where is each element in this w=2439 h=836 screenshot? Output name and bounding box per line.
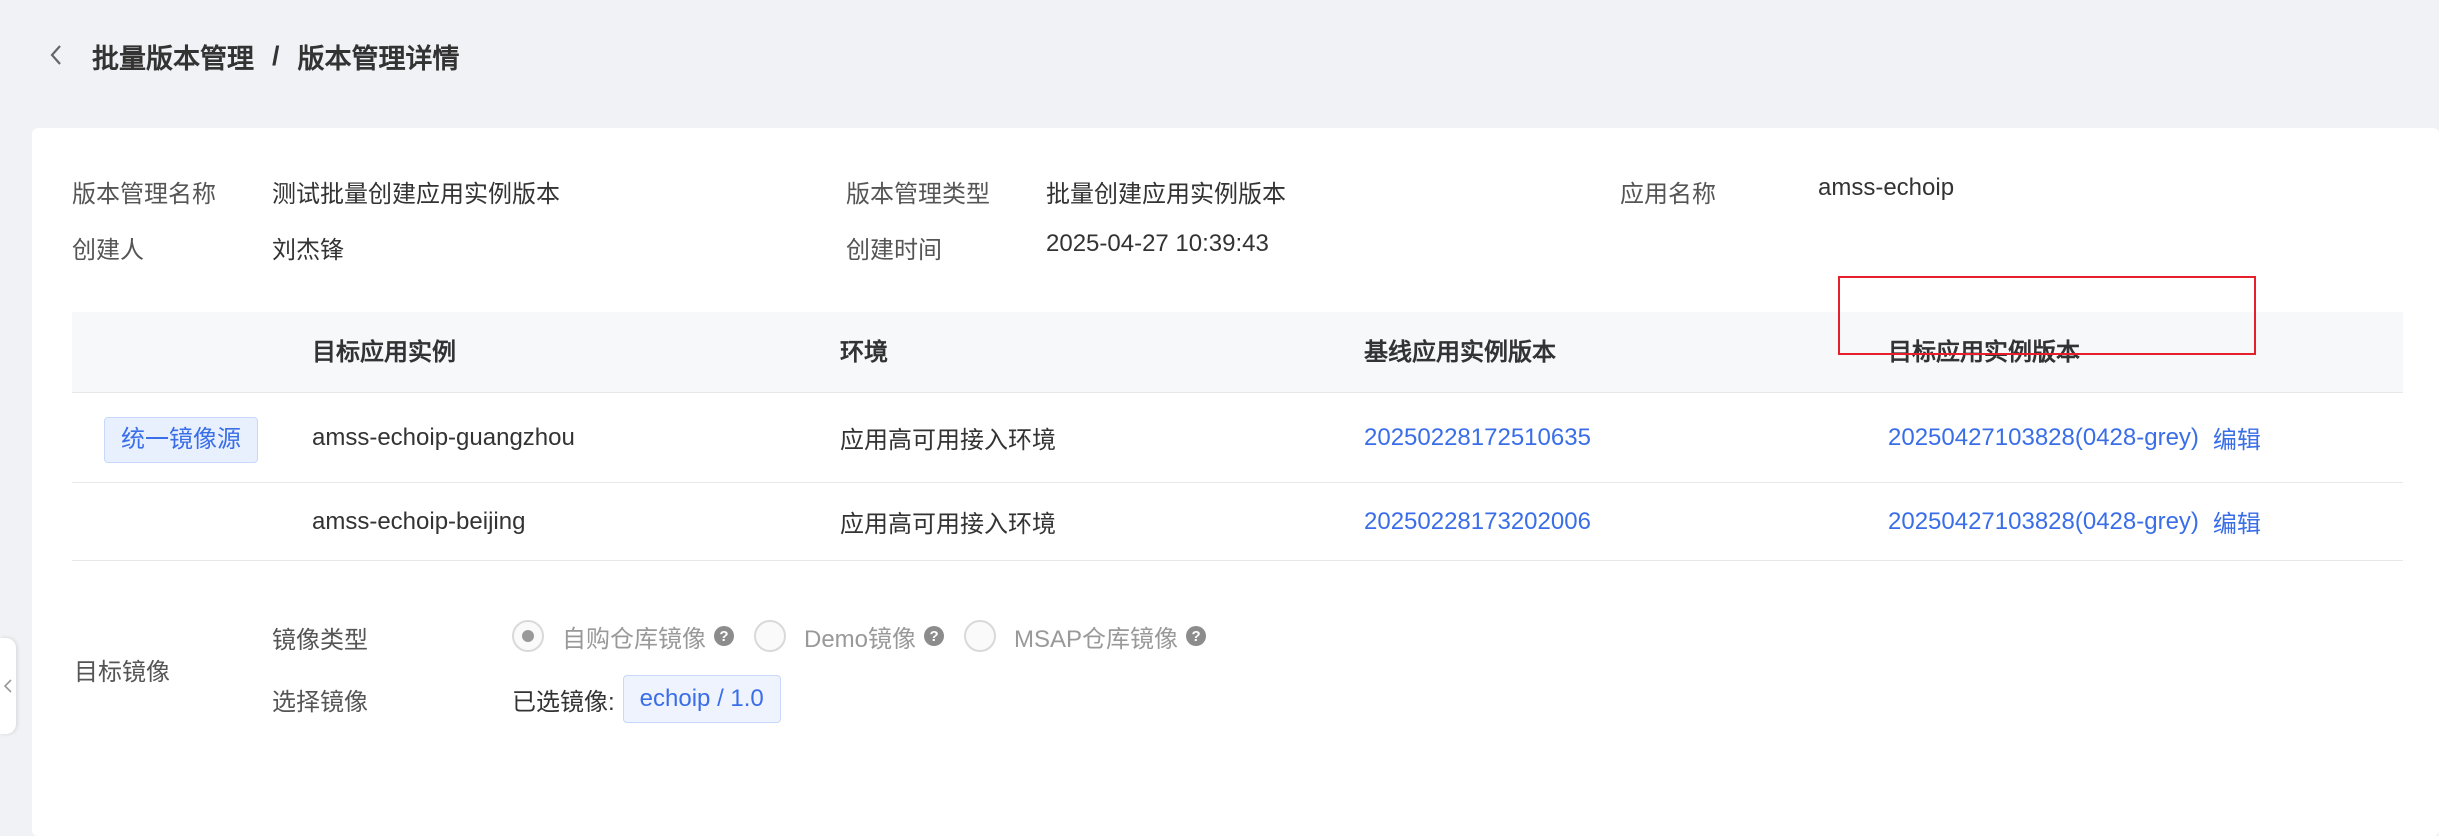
version-name-label: 版本管理名称 — [72, 181, 216, 208]
selected-image-label: 已选镜像: — [512, 688, 615, 716]
instance-name: amss-echoip-guangzhou — [312, 423, 575, 451]
breadcrumb: 批量版本管理 / 版本管理详情 — [92, 36, 460, 76]
target-version-cell: 20250427103828(0428-grey) 编辑 — [1888, 483, 2261, 560]
chevron-left-icon[interactable] — [44, 40, 68, 70]
selected-image-tag[interactable]: echoip / 1.0 — [622, 675, 781, 723]
baseline-version-link[interactable]: 20250228172510635 — [1364, 393, 1591, 482]
radio-label: Demo镜像 — [804, 625, 917, 653]
environment: 应用高可用接入环境 — [840, 511, 1056, 538]
breadcrumb-parent[interactable]: 批量版本管理 — [92, 37, 254, 76]
app-name-value: amss-echoip — [1818, 174, 1955, 201]
radio-unchecked-icon — [964, 620, 997, 652]
app-name-label: 应用名称 — [1620, 181, 1716, 208]
baseline-version-link[interactable]: 20250228173202006 — [1364, 483, 1591, 560]
breadcrumb-current: 版本管理详情 — [297, 43, 460, 74]
creator-label: 创建人 — [72, 237, 144, 264]
radio-checked-icon — [512, 620, 544, 652]
version-type-value: 批量创建应用实例版本 — [1046, 181, 1286, 208]
radio-unchecked-icon — [754, 620, 786, 652]
radio-label: MSAP仓库镜像 — [1014, 625, 1179, 653]
radio-msap-repo[interactable]: MSAP仓库镜像 ? — [964, 619, 1207, 654]
chevron-left-icon — [3, 679, 12, 693]
sidebar-collapse-handle[interactable] — [0, 638, 16, 734]
column-header-instance: 目标应用实例 — [312, 339, 456, 366]
breadcrumb-separator: / — [272, 40, 280, 71]
edit-target-version-link[interactable]: 编辑 — [2213, 420, 2261, 455]
instance-version-table: 目标应用实例 环境 基线应用实例版本 目标应用实例版本 统一镜像源 amss-e… — [72, 312, 2403, 561]
creator-value: 刘杰锋 — [272, 237, 344, 264]
question-circle-icon[interactable]: ? — [714, 626, 734, 646]
column-header-env: 环境 — [840, 339, 888, 366]
target-version-link[interactable]: 20250427103828(0428-grey) — [1888, 508, 2199, 536]
instance-name: amss-echoip-beijing — [312, 507, 526, 535]
radio-label: 自购仓库镜像 — [562, 625, 706, 653]
created-time-value: 2025-04-27 10:39:43 — [1046, 230, 1269, 257]
image-type-radio-group: 自购仓库镜像 ? Demo镜像 ? MSAP仓库镜像 ? — [512, 618, 1226, 654]
page-header: 批量版本管理 / 版本管理详情 — [0, 0, 2439, 120]
column-header-baseline-version: 基线应用实例版本 — [1364, 339, 1556, 366]
radio-self-purchased-repo[interactable]: 自购仓库镜像 ? — [512, 619, 734, 654]
table-row: amss-echoip-beijing 应用高可用接入环境 2025022817… — [72, 483, 2403, 561]
unify-image-source-button[interactable]: 统一镜像源 — [104, 417, 258, 463]
question-circle-icon[interactable]: ? — [924, 626, 945, 646]
question-circle-icon[interactable]: ? — [1186, 626, 1207, 646]
table-header: 目标应用实例 环境 基线应用实例版本 目标应用实例版本 — [72, 312, 2403, 393]
edit-target-version-link[interactable]: 编辑 — [2213, 504, 2261, 539]
version-name-value: 测试批量创建应用实例版本 — [272, 181, 560, 208]
select-image-label: 选择镜像 — [272, 689, 368, 716]
environment: 应用高可用接入环境 — [840, 427, 1056, 454]
created-time-label: 创建时间 — [846, 237, 942, 264]
target-version-link[interactable]: 20250427103828(0428-grey) — [1888, 424, 2199, 452]
target-image-label: 目标镜像 — [74, 659, 170, 686]
detail-card: 版本管理名称 测试批量创建应用实例版本 版本管理类型 批量创建应用实例版本 应用… — [32, 128, 2439, 836]
version-type-label: 版本管理类型 — [846, 181, 990, 208]
table-row: 统一镜像源 amss-echoip-guangzhou 应用高可用接入环境 20… — [72, 393, 2403, 483]
column-header-target-version: 目标应用实例版本 — [1888, 339, 2080, 366]
selected-image-row: 已选镜像: echoip / 1.0 — [512, 674, 781, 724]
radio-demo-image[interactable]: Demo镜像 ? — [754, 619, 945, 654]
image-type-label: 镜像类型 — [272, 627, 368, 654]
target-version-cell: 20250427103828(0428-grey) 编辑 — [1888, 393, 2261, 482]
